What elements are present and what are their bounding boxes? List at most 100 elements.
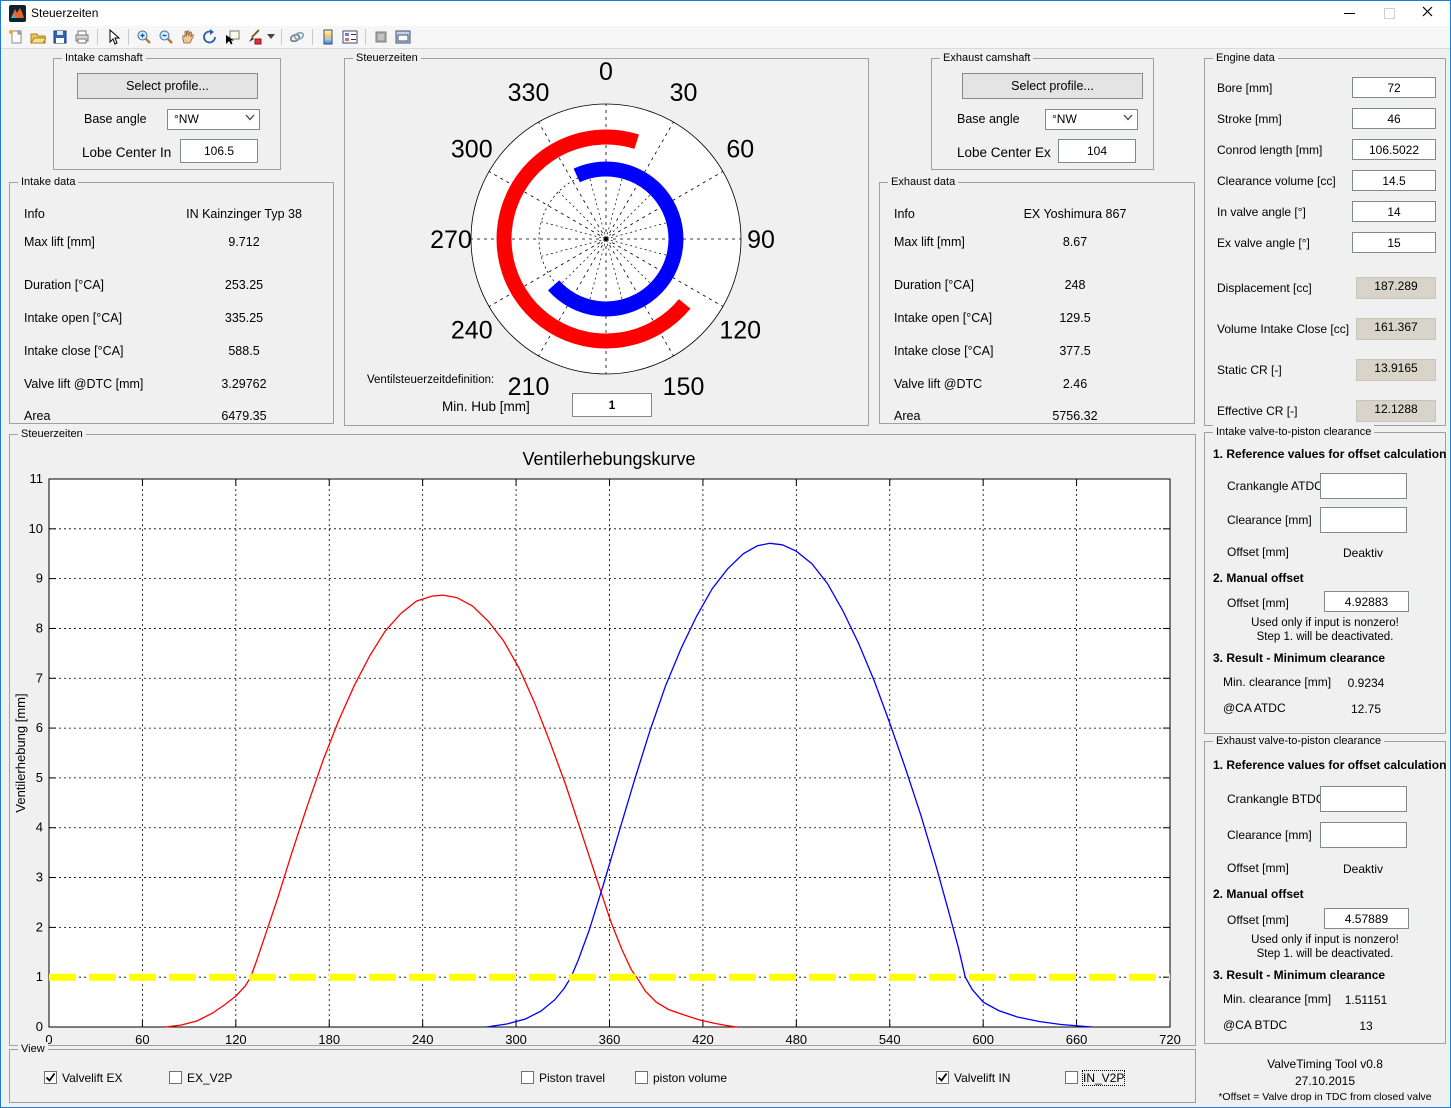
data-row-label: Max lift [mm] — [894, 235, 965, 249]
svg-text:4: 4 — [36, 820, 43, 835]
check-icon — [937, 1072, 948, 1082]
insert-colorbar-icon[interactable] — [317, 27, 339, 47]
exhaust-v2p-note2: Step 1. will be deactivated. — [1256, 948, 1394, 960]
close-icon — [1422, 6, 1432, 17]
engine-input-bore[interactable] — [1352, 77, 1436, 98]
svg-text:Ventilerhebungskurve: Ventilerhebungskurve — [522, 449, 695, 469]
exhaust-base-angle-label: Base angle — [957, 112, 1020, 126]
exhaust-clearance-label: Clearance [mm] — [1227, 828, 1312, 842]
show-plot-tools-dock-icon[interactable] — [392, 27, 414, 47]
intake-offset-status: Deaktiv — [1342, 546, 1383, 560]
intake-offset-label: Offset [mm] — [1227, 545, 1289, 559]
checkbox-box[interactable] — [635, 1071, 648, 1084]
exhaust-v2p-note1: Used only if input is nonzero! — [1251, 934, 1399, 946]
svg-text:600: 600 — [972, 1032, 994, 1046]
zoom-out-icon[interactable] — [155, 27, 177, 47]
figure-toolbar — [1, 26, 1450, 49]
pan-icon[interactable] — [177, 27, 199, 47]
engine-input-clearance[interactable] — [1352, 170, 1436, 191]
engine-input-stroke[interactable] — [1352, 108, 1436, 129]
exhaust-clearance-input[interactable] — [1320, 822, 1407, 848]
svg-text:660: 660 — [1066, 1032, 1088, 1046]
edit-plot-icon[interactable] — [102, 27, 124, 47]
checkbox-label[interactable]: EX_V2P — [187, 1071, 232, 1085]
view-panel-title: View — [18, 1042, 48, 1056]
link-plot-icon[interactable] — [286, 27, 308, 47]
checkbox-box[interactable] — [521, 1071, 534, 1084]
intake-base-angle-select[interactable]: °NW — [167, 109, 260, 130]
exhaust-camshaft-panel: Exhaust camshaft Select profile... Base … — [931, 51, 1154, 170]
engine-output-label: Effective CR [-] — [1217, 404, 1298, 418]
brush-dropdown-icon[interactable] — [265, 27, 277, 47]
intake-lobe-center-input[interactable] — [180, 139, 258, 163]
engine-data-title: Engine data — [1213, 51, 1278, 65]
intake-clearance-input[interactable] — [1320, 507, 1407, 533]
timing-definition-label: Ventilsteuerzeitdefinition: — [367, 374, 495, 386]
checkbox-label[interactable]: Valvelift IN — [954, 1071, 1010, 1085]
steuerzeiten-window: { "window": {"title": "Steuerzeiten"}, "… — [0, 0, 1451, 1108]
open-file-icon[interactable] — [27, 27, 49, 47]
data-row-value: 9.712 — [228, 235, 260, 249]
exhaust-crankangle-input[interactable] — [1320, 786, 1407, 812]
exhaust-min-clearance-label: Min. clearance [mm] — [1223, 992, 1332, 1006]
app-version: ValveTiming Tool v0.8 — [1267, 1057, 1383, 1071]
exhaust-crankangle-label: Crankangle BTDC — [1227, 792, 1325, 806]
save-figure-icon[interactable] — [49, 27, 71, 47]
data-row: Duration [°CA] 253.25 — [24, 278, 329, 295]
intake-v2p-section3: 3. Result - Minimum clearance — [1213, 651, 1386, 665]
checkbox-box[interactable] — [1065, 1071, 1078, 1084]
polar-timing-panel: Steuerzeiten 030609012015018021024027030… — [344, 51, 869, 426]
intake-manual-offset-input[interactable] — [1324, 591, 1409, 612]
insert-legend-icon[interactable] — [339, 27, 361, 47]
zoom-in-icon[interactable] — [133, 27, 155, 47]
print-figure-icon[interactable] — [71, 27, 93, 47]
checkbox-box[interactable] — [936, 1071, 949, 1084]
intake-v2p-title: Intake valve-to-piston clearance — [1213, 425, 1375, 439]
data-cursor-icon[interactable] — [221, 27, 243, 47]
checkbox-label[interactable]: IN_V2P — [1081, 1070, 1126, 1086]
exhaust-select-profile-button[interactable]: Select profile... — [962, 73, 1143, 99]
intake-v2p-panel: Intake valve-to-piston clearance 1. Refe… — [1204, 425, 1446, 734]
window-title: Steuerzeiten — [31, 6, 99, 20]
svg-text:120: 120 — [719, 317, 761, 345]
intake-select-profile-button[interactable]: Select profile... — [77, 73, 258, 99]
data-row-label: Intake close [°CA] — [24, 344, 124, 358]
exhaust-lobe-center-input[interactable] — [1058, 139, 1136, 163]
exhaust-base-angle-value: °NW — [1052, 112, 1077, 126]
client-area: Intake camshaft Select profile... Base a… — [1, 48, 1450, 1107]
checkbox-label[interactable]: Valvelift EX — [62, 1071, 122, 1085]
checkbox-box[interactable] — [44, 1071, 57, 1084]
check-icon — [45, 1072, 56, 1082]
brush-icon[interactable] — [243, 27, 265, 47]
exhaust-v2p-title: Exhaust valve-to-piston clearance — [1213, 734, 1385, 748]
svg-text:120: 120 — [225, 1032, 247, 1046]
svg-text:30: 30 — [670, 79, 698, 107]
hide-plot-tools-icon[interactable] — [370, 27, 392, 47]
engine-input-ex[interactable] — [1352, 232, 1436, 253]
rotate-3d-icon[interactable] — [199, 27, 221, 47]
minimize-button[interactable] — [1332, 1, 1366, 26]
data-row-value: EX Yoshimura 867 — [1023, 207, 1127, 221]
engine-input-in[interactable] — [1352, 201, 1436, 222]
exhaust-base-angle-select[interactable]: °NW — [1045, 109, 1138, 130]
intake-min-clearance-label: Min. clearance [mm] — [1223, 675, 1332, 689]
maximize-button[interactable] — [1372, 1, 1406, 26]
intake-lobe-center-label: Lobe Center In — [82, 145, 172, 160]
intake-crankangle-input[interactable] — [1320, 473, 1407, 499]
exhaust-manual-offset-input[interactable] — [1324, 908, 1409, 929]
checkbox-box[interactable] — [169, 1071, 182, 1084]
min-hub-input[interactable] — [572, 393, 652, 417]
new-figure-icon[interactable] — [5, 27, 27, 47]
data-row-value: 253.25 — [224, 278, 264, 292]
svg-text:60: 60 — [726, 136, 754, 164]
data-row-value: 8.67 — [1062, 235, 1088, 249]
app-date: 27.10.2015 — [1294, 1074, 1356, 1088]
valve-lift-chart: 0 60 120 180 240 300 360 420 480 540 600 660 7200123… — [13, 449, 1181, 1047]
intake-v2p-section2: 2. Manual offset — [1213, 571, 1304, 585]
data-row-label: Area — [24, 409, 51, 423]
engine-input-conrod[interactable] — [1352, 139, 1436, 160]
close-button[interactable] — [1410, 1, 1444, 26]
checkbox-label[interactable]: Piston travel — [539, 1071, 605, 1085]
checkbox-label[interactable]: piston volume — [653, 1071, 727, 1085]
engine-output-value: 161.367 — [1356, 318, 1436, 340]
